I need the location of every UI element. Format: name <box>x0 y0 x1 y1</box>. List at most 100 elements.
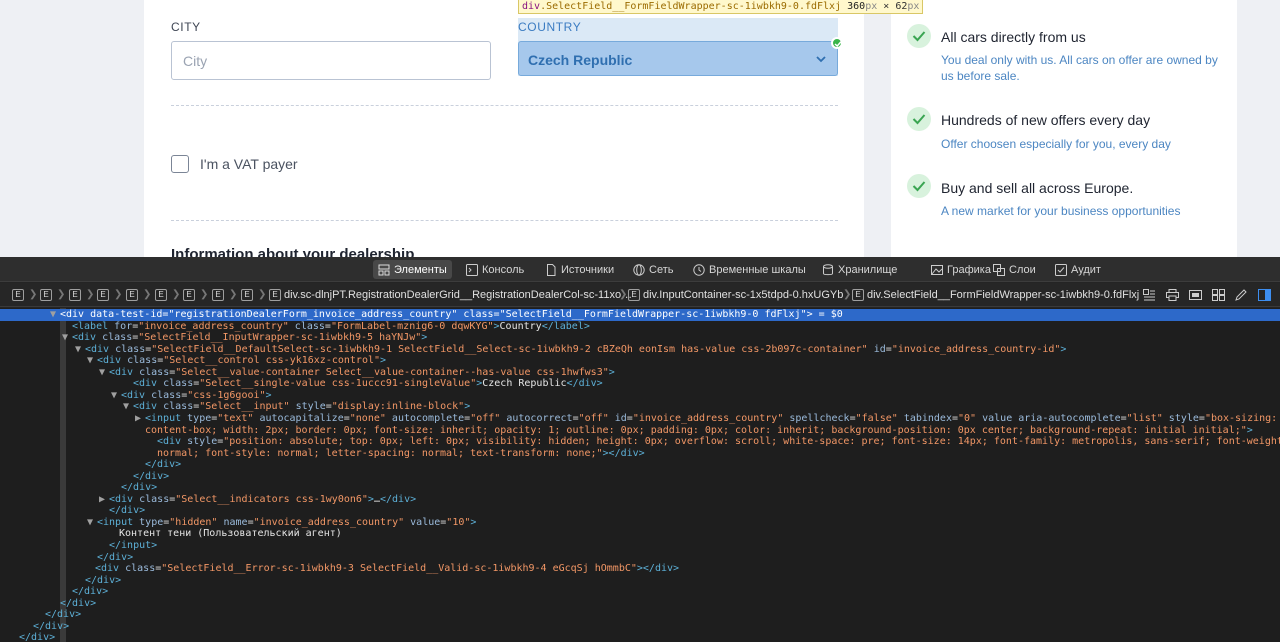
dom-node-line[interactable]: ▼ <div class="SelectField__DefaultSelect-… <box>75 344 1066 356</box>
dom-node-line[interactable]: <div class="Select__single-value css-1uc… <box>123 378 603 390</box>
dom-node-line[interactable]: </div> <box>50 598 96 610</box>
tooltip-tag: div <box>522 1 541 12</box>
dom-node-line[interactable]: ▶ <div class="Select__indicators css-1wy0… <box>99 494 416 506</box>
dom-node-line[interactable]: Контент тени (Пользовательский агент) <box>109 528 342 540</box>
dom-node-line[interactable]: ▼ <div class="Select__control css-yk16xz-… <box>87 355 386 367</box>
sidebar-toggle-icon[interactable] <box>1258 289 1271 301</box>
disclosure-expanded-icon[interactable]: ▼ <box>99 367 109 379</box>
dom-node-line[interactable]: </div> <box>87 552 133 564</box>
screenshot-icon[interactable] <box>1189 289 1202 301</box>
graphics-icon <box>931 264 943 275</box>
breadcrumb-element[interactable]: E <box>212 288 224 302</box>
dom-node-line[interactable]: ▼ <div class="Select__input" style="displ… <box>123 401 470 413</box>
dom-node-line[interactable]: </div> <box>123 471 169 483</box>
dom-node-line[interactable]: normal; font-style: normal; letter-spaci… <box>147 448 645 460</box>
dom-node-line[interactable]: </div> <box>35 609 81 621</box>
dom-node-line[interactable]: ▼ <div class="SelectField__InputWrapper-s… <box>62 332 427 344</box>
dom-node-line[interactable]: <div class="SelectField__Error-sc-1iwbkh… <box>85 563 679 575</box>
dom-node-line[interactable]: ▼ <input type="hidden" name="invoice_addr… <box>87 517 476 529</box>
disclosure-expanded-icon[interactable]: ▼ <box>50 309 60 321</box>
element-icon: E <box>241 289 253 301</box>
tab-timelines[interactable]: Временные шкалы <box>688 260 811 279</box>
dom-node-line[interactable]: </input> <box>99 540 157 552</box>
tab-sources[interactable]: Источники <box>540 260 619 279</box>
breadcrumb-element[interactable]: E <box>126 288 138 302</box>
breadcrumb-element[interactable]: Ediv.SelectField__FormFieldWrapper-sc-1i… <box>852 288 1139 302</box>
dom-node-line[interactable]: ▼ <div class="css-1g6gooi"> <box>111 390 272 402</box>
devtools-panel: Элементы Консоль Источники Сеть Временны… <box>0 257 1280 642</box>
dom-node-line[interactable]: </div> <box>75 575 121 587</box>
section-divider <box>171 220 838 221</box>
country-select[interactable]: Czech Republic <box>518 41 838 76</box>
tooltip-height: 62 <box>895 1 908 12</box>
breadcrumb-element[interactable]: Ediv.InputContainer-sc-1x5tdpd-0.hxUGYb <box>628 288 843 302</box>
breadcrumb-element[interactable]: E <box>69 288 81 302</box>
dom-node-markup: <label for="invoice_address_country" cla… <box>72 320 590 332</box>
disclosure-expanded-icon[interactable]: ▼ <box>111 390 121 402</box>
tab-elements[interactable]: Элементы <box>373 260 452 279</box>
breadcrumb-element[interactable]: E <box>183 288 195 302</box>
element-icon: E <box>212 289 224 301</box>
layout-icon[interactable] <box>1143 289 1156 301</box>
dom-node-line[interactable]: </div> <box>111 482 157 494</box>
console-icon <box>466 263 478 276</box>
tab-label: Аудит <box>1071 263 1101 276</box>
tab-network[interactable]: Сеть <box>628 260 678 279</box>
tab-graphics[interactable]: Графика <box>926 260 996 279</box>
element-icon: E <box>126 289 138 301</box>
pencil-icon[interactable] <box>1235 289 1248 301</box>
chevron-down-icon <box>816 56 826 63</box>
dom-node-markup: <div class="Select__input" style="displa… <box>133 401 471 413</box>
city-input[interactable] <box>171 41 491 80</box>
breadcrumb-element[interactable]: E <box>241 288 253 302</box>
tab-label: Хранилище <box>838 263 898 276</box>
disclosure-expanded-icon[interactable]: ▼ <box>123 401 133 413</box>
tab-console[interactable]: Консоль <box>461 260 529 279</box>
tooltip-times: × <box>883 1 890 12</box>
element-icon: E <box>12 289 24 301</box>
breadcrumb-element[interactable]: E <box>155 288 167 302</box>
dom-node-selected[interactable]: ▼ <div data-test-id="registrationDealerFo… <box>0 309 1280 321</box>
disclosure-expanded-icon[interactable]: ▼ <box>87 355 97 367</box>
disclosure-collapsed-icon[interactable]: ▶ <box>135 413 145 425</box>
dom-node-line[interactable]: </div> <box>23 621 69 633</box>
breadcrumb-element[interactable]: E <box>40 288 52 302</box>
dom-node-line[interactable]: </div> <box>99 505 145 517</box>
chevron-right-icon: ❯ <box>29 289 38 300</box>
print-icon[interactable] <box>1166 289 1179 301</box>
dom-node-markup: <input type="text" autocapitalize="none"… <box>145 412 1278 424</box>
disclosure-expanded-icon[interactable]: ▼ <box>62 332 72 344</box>
dom-node-line[interactable]: </div> <box>135 459 181 471</box>
dom-node-line[interactable]: <label for="invoice_address_country" cla… <box>62 321 590 333</box>
check-icon <box>907 107 931 131</box>
dom-node-line[interactable]: content-box; width: 2px; border: 0px; fo… <box>135 425 1253 437</box>
disclosure-collapsed-icon[interactable]: ▶ <box>99 494 109 506</box>
dom-node-line[interactable]: ▼ <div class="Select__value-container Sel… <box>99 367 615 379</box>
vat-payer-label[interactable]: I'm a VAT payer <box>200 156 298 172</box>
tab-storage[interactable]: Хранилище <box>817 260 902 279</box>
dom-node-line[interactable]: </div> <box>9 632 55 642</box>
check-icon <box>907 174 931 198</box>
breadcrumb-element[interactable]: E <box>97 288 109 302</box>
dom-node-line[interactable]: </div> <box>62 586 108 598</box>
disclosure-expanded-icon[interactable]: ▼ <box>87 517 97 529</box>
dealership-section-heading: Information about your dealership <box>171 246 415 257</box>
tooltip-width: 360 <box>847 1 866 12</box>
dom-node-line[interactable]: ▶ <input type="text" autocapitalize="none… <box>135 413 1277 425</box>
vat-payer-checkbox[interactable] <box>171 155 189 173</box>
dom-node-line[interactable]: <div style="position: absolute; top: 0px… <box>147 436 1280 448</box>
tab-audit[interactable]: Аудит <box>1050 260 1106 279</box>
breadcrumb-element[interactable]: E <box>12 288 24 302</box>
breadcrumb-element[interactable]: Ediv.sc-dlnjPT.RegistrationDealerGrid__R… <box>269 288 632 302</box>
tab-layers[interactable]: Слои <box>988 260 1041 279</box>
element-icon: E <box>40 289 52 301</box>
grid-icon[interactable] <box>1212 289 1225 301</box>
check-icon <box>907 24 931 48</box>
disclosure-expanded-icon[interactable]: ▼ <box>75 344 85 356</box>
